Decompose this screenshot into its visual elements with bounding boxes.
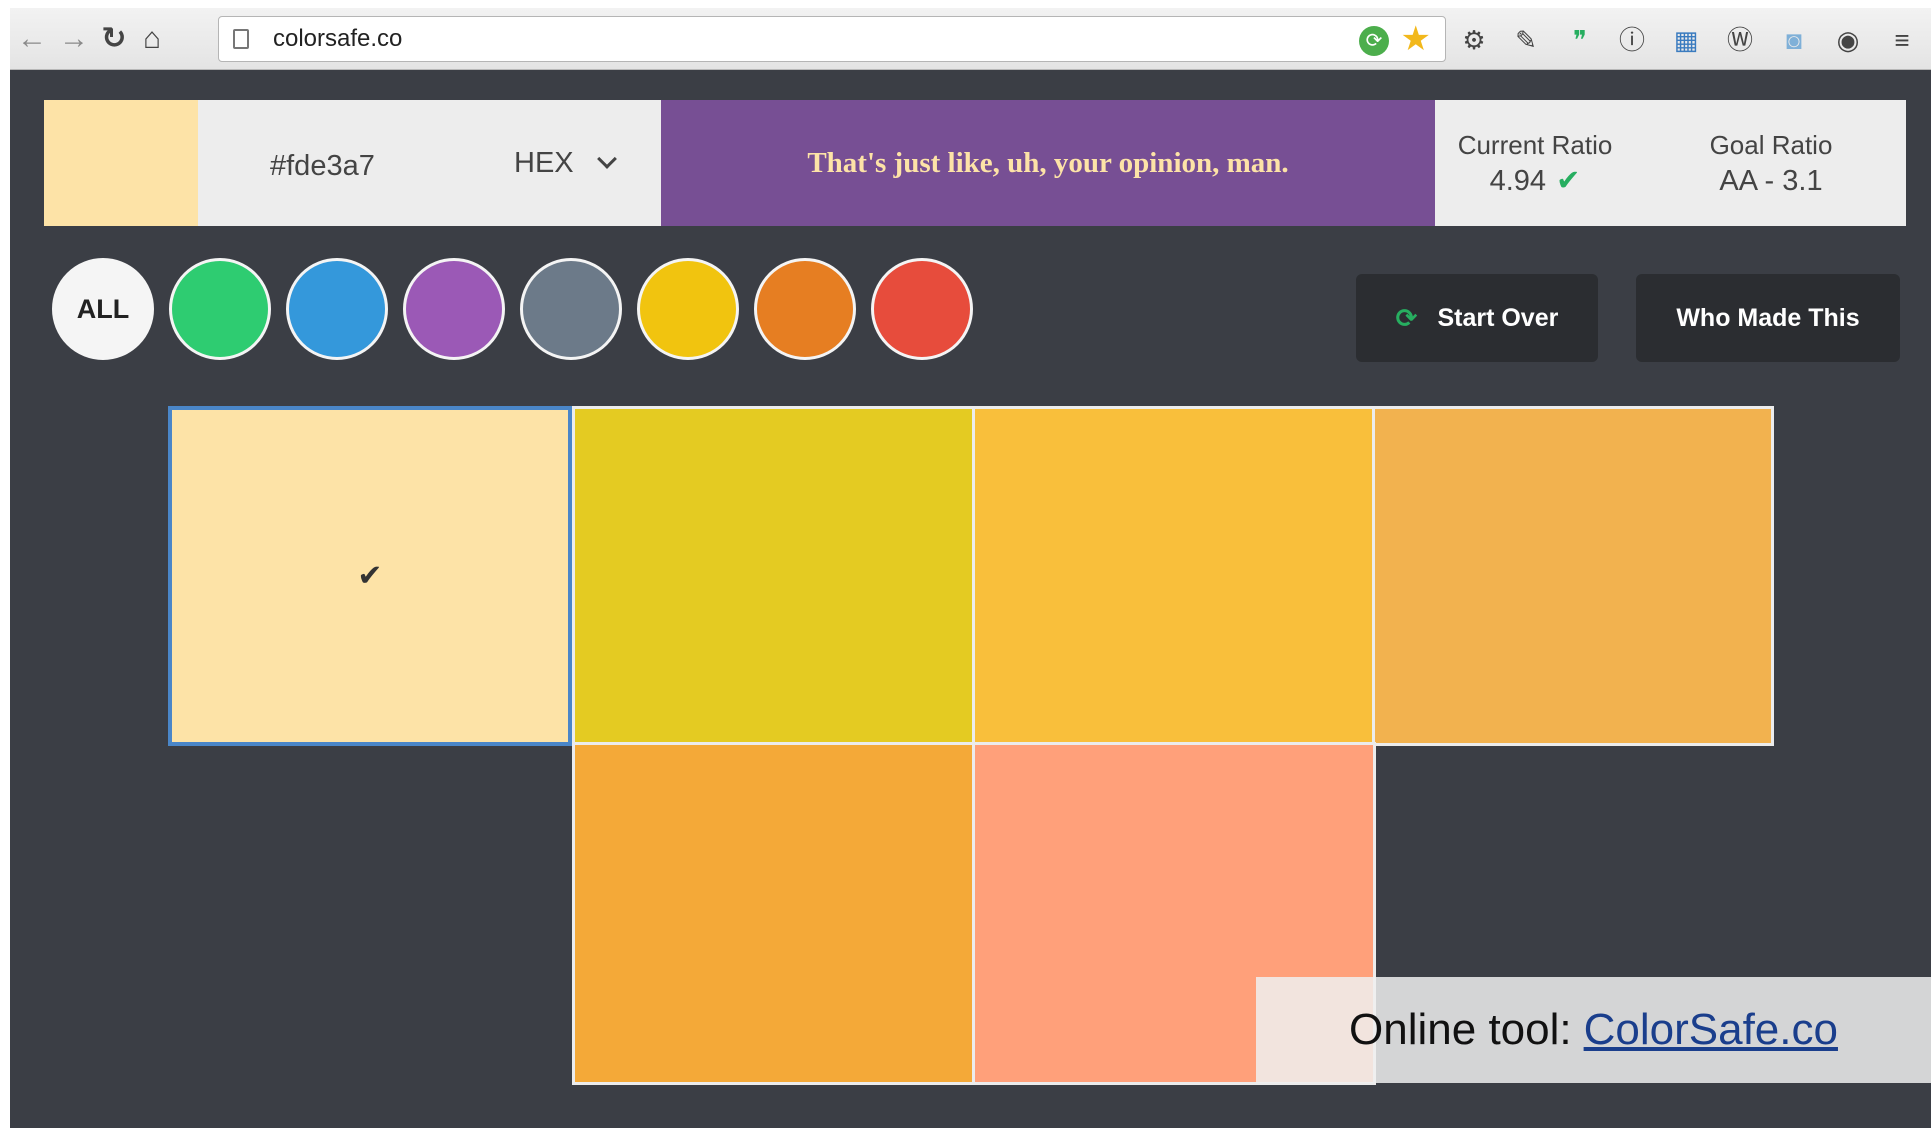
goal-ratio-label: Goal Ratio (1709, 130, 1833, 160)
filter-gray[interactable] (520, 258, 622, 360)
color-swatch[interactable] (972, 406, 1376, 746)
color-swatch[interactable] (1372, 406, 1774, 746)
color-swatch[interactable]: ✔ (168, 406, 572, 746)
check-icon: ✔ (1556, 165, 1581, 197)
format-label: HEX (514, 147, 574, 179)
goal-ratio-value[interactable]: AA - 3.1 (1671, 162, 1871, 200)
colorsafe-app: #fde3a7 HEX That's just like, uh, your o… (10, 70, 1931, 1128)
sample-text: That's just like, uh, your opinion, man. (807, 146, 1289, 179)
wordpress-extension-icon[interactable]: Ⓦ (1724, 24, 1756, 56)
home-icon[interactable]: ⌂ (134, 20, 170, 58)
filter-purple[interactable] (403, 258, 505, 360)
text-sample: That's just like, uh, your opinion, man. (661, 100, 1435, 226)
color-header: #fde3a7 HEX That's just like, uh, your o… (44, 100, 1906, 226)
start-over-label: Start Over (1437, 303, 1559, 332)
filter-all-button[interactable]: ALL (52, 258, 154, 360)
refresh-extension-icon[interactable]: ⟳ (1359, 26, 1389, 56)
bookmark-star-icon[interactable]: ★ (1401, 19, 1431, 59)
selected-check-icon: ✔ (357, 559, 383, 593)
refresh-icon: ⟳ (1395, 302, 1418, 333)
menu-icon[interactable]: ≡ (1886, 24, 1918, 56)
ratio-panel: Current Ratio 4.94 ✔ Goal Ratio AA - 3.1 (1435, 100, 1906, 226)
who-made-this-label: Who Made This (1676, 303, 1860, 332)
filter-orange[interactable] (754, 258, 856, 360)
quote-extension-icon[interactable]: ❞ (1564, 24, 1596, 56)
url-text[interactable]: colorsafe.co (273, 17, 402, 61)
caption-prefix: Online tool: (1349, 1005, 1572, 1054)
caption-overlay: Online tool: ColorSafe.co (1256, 977, 1931, 1083)
filter-green[interactable] (169, 258, 271, 360)
eyedropper-icon[interactable]: ✎ (1510, 24, 1542, 56)
eye-extension-icon[interactable]: ◉ (1832, 24, 1864, 56)
back-icon[interactable]: ← (14, 20, 50, 58)
info-extension-icon[interactable]: ⓘ (1616, 24, 1648, 56)
current-ratio-label: Current Ratio (1457, 130, 1613, 160)
format-dropdown[interactable]: HEX (514, 100, 617, 226)
color-swatch[interactable] (572, 742, 976, 1085)
current-ratio: Current Ratio 4.94 ✔ (1435, 128, 1635, 200)
hex-value[interactable]: #fde3a7 (270, 100, 375, 232)
start-over-button[interactable]: ⟳ Start Over (1356, 274, 1598, 362)
current-ratio-value: 4.94 (1489, 165, 1547, 197)
selected-color-preview (44, 100, 210, 226)
alt-text-extension-icon[interactable]: ▦ (1670, 24, 1702, 56)
settings-gear-icon[interactable]: ⚙ (1458, 24, 1490, 56)
colorsafe-link[interactable]: ColorSafe.co (1584, 1005, 1838, 1055)
page-icon (233, 29, 249, 49)
filter-red[interactable] (871, 258, 973, 360)
filter-blue[interactable] (286, 258, 388, 360)
color-input-box: #fde3a7 HEX (198, 100, 661, 226)
reload-icon[interactable]: ↻ (96, 20, 132, 58)
goal-ratio: Goal Ratio AA - 3.1 (1671, 128, 1871, 200)
filter-yellow[interactable] (637, 258, 739, 360)
address-bar[interactable]: colorsafe.co ⟳ ★ (218, 16, 1446, 62)
who-made-this-button[interactable]: Who Made This (1636, 274, 1900, 362)
browser-toolbar: ← → ↻ ⌂ colorsafe.co ⟳ ★ ⚙ ✎ ❞ ⓘ ▦ Ⓦ ◙ ◉… (10, 8, 1931, 70)
chevron-down-icon (596, 149, 617, 169)
camera-extension-icon[interactable]: ◙ (1778, 24, 1810, 56)
color-swatch[interactable] (572, 406, 976, 746)
forward-icon[interactable]: → (56, 20, 92, 58)
